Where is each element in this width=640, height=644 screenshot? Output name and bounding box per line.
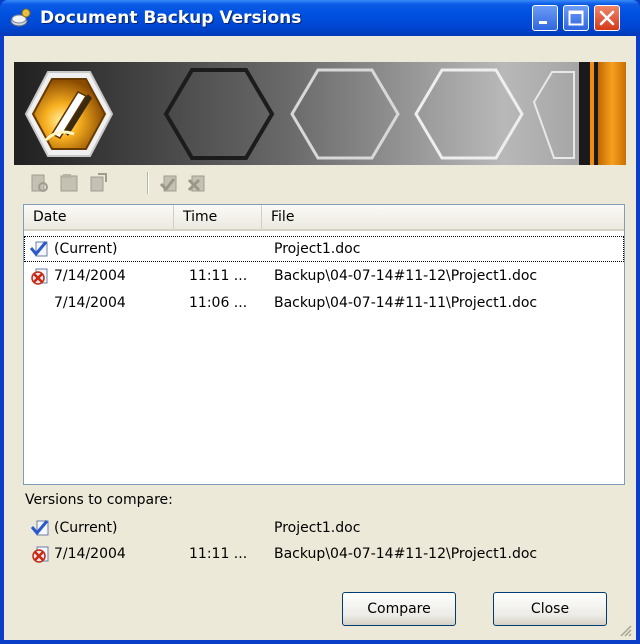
column-header-time[interactable]: Time xyxy=(174,205,262,229)
minimize-button[interactable] xyxy=(532,5,558,31)
compare-file: Project1.doc xyxy=(274,520,361,536)
row-date: 7/14/2004 xyxy=(54,295,126,311)
backup-app-icon xyxy=(10,8,32,28)
dialog-client-area: Date Time File (Current) Project1.doc 7/… xyxy=(4,36,636,640)
pen-hexagon-logo xyxy=(24,71,114,157)
row-date: (Current) xyxy=(54,241,118,257)
restore-document-icon[interactable] xyxy=(86,172,108,194)
row-time: 11:11 ... xyxy=(189,268,248,284)
header-banner xyxy=(14,62,626,165)
close-button[interactable]: Close xyxy=(493,592,607,626)
open-document-icon[interactable] xyxy=(58,172,80,194)
column-header-file[interactable]: File xyxy=(262,205,624,229)
minimize-icon xyxy=(539,21,547,24)
compare-date: (Current) xyxy=(54,520,118,536)
compare-mark-icon xyxy=(31,544,51,564)
mark-compare-icon[interactable] xyxy=(158,172,180,194)
compare-item: (Current) Project1.doc xyxy=(25,515,625,541)
unmark-compare-icon[interactable] xyxy=(186,172,208,194)
compare-file: Backup\04-07-14#11-12\Project1.doc xyxy=(274,546,538,562)
list-row[interactable]: (Current) Project1.doc xyxy=(24,236,624,262)
versions-to-compare-label: Versions to compare: xyxy=(25,492,173,508)
column-header-date[interactable]: Date xyxy=(24,205,174,229)
resize-grip-icon[interactable] xyxy=(618,622,632,637)
row-date: 7/14/2004 xyxy=(54,268,126,284)
maximize-button[interactable] xyxy=(563,5,589,31)
current-check-icon xyxy=(30,518,51,538)
app-window: Document Backup Versions Date Time File … xyxy=(0,0,640,644)
toolbar xyxy=(24,170,264,196)
window-title: Document Backup Versions xyxy=(40,8,302,28)
list-row[interactable]: 7/14/2004 11:11 ... Backup\04-07-14#11-1… xyxy=(24,263,624,289)
compare-button[interactable]: Compare xyxy=(342,592,456,626)
row-file: Project1.doc xyxy=(274,241,361,257)
list-row[interactable]: 7/14/2004 11:06 ... Backup\04-07-14#11-1… xyxy=(24,290,624,316)
title-bar[interactable]: Document Backup Versions xyxy=(0,0,640,36)
close-window-button[interactable] xyxy=(594,5,620,31)
row-file: Backup\04-07-14#11-11\Project1.doc xyxy=(274,295,538,311)
list-header: Date Time File xyxy=(24,205,624,231)
row-file: Backup\04-07-14#11-12\Project1.doc xyxy=(274,268,538,284)
compare-date: 7/14/2004 xyxy=(54,546,126,562)
toolbar-separator xyxy=(147,172,149,194)
compare-item: 7/14/2004 11:11 ... Backup\04-07-14#11-1… xyxy=(25,541,625,567)
close-icon xyxy=(599,10,615,26)
maximize-icon xyxy=(568,10,584,26)
compare-mark-icon xyxy=(30,266,50,286)
row-time: 11:06 ... xyxy=(189,295,248,311)
compare-time: 11:11 ... xyxy=(189,546,248,562)
view-document-icon[interactable] xyxy=(28,172,50,194)
current-check-icon xyxy=(29,239,50,259)
versions-list[interactable]: Date Time File (Current) Project1.doc 7/… xyxy=(23,204,625,485)
